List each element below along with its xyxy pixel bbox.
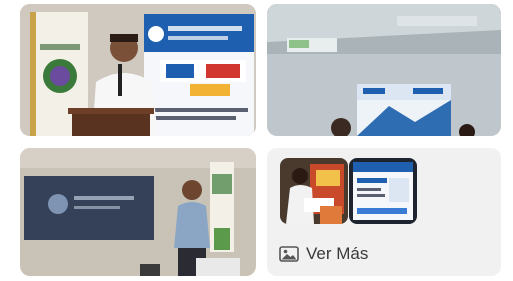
photo-speaker-podium bbox=[20, 4, 256, 136]
gallery-photo-conference-room[interactable] bbox=[267, 4, 501, 136]
photo-conference-room-screen bbox=[267, 4, 501, 136]
gallery-photo-speaker[interactable] bbox=[20, 4, 256, 136]
see-more-card[interactable]: Ver Más bbox=[267, 148, 501, 276]
photo-presenter-projection bbox=[20, 148, 256, 276]
gallery-photo-presenter[interactable] bbox=[20, 148, 256, 276]
see-more-label: Ver Más bbox=[306, 244, 369, 263]
photo-thumbnail-presentation-slide bbox=[349, 158, 417, 224]
photo-thumbnail-group bbox=[280, 158, 348, 224]
image-icon bbox=[279, 246, 299, 262]
gallery-thumbnail[interactable] bbox=[280, 158, 348, 224]
see-more-link[interactable]: Ver Más bbox=[279, 242, 368, 266]
gallery-thumbnail[interactable] bbox=[349, 158, 417, 224]
